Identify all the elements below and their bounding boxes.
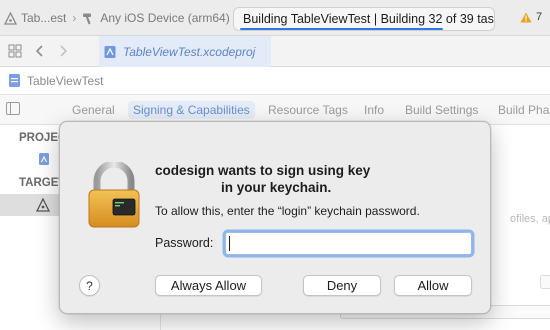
- tab-general[interactable]: General: [72, 103, 115, 117]
- help-button[interactable]: ?: [79, 275, 100, 296]
- password-label: Password:: [155, 236, 214, 250]
- tab-signing-capabilities[interactable]: Signing & Capabilities: [128, 101, 255, 119]
- scheme-selector[interactable]: Tab...est › Any iOS Device (arm64): [4, 9, 230, 27]
- app-target-icon: [35, 197, 51, 215]
- warning-icon: [520, 12, 532, 23]
- status-text: Building TableViewTest | Building 32 of …: [243, 12, 495, 26]
- dialog-title: codesign wants to sign using key in your…: [155, 162, 475, 196]
- project-file-icon: [8, 73, 21, 88]
- text-caret: [229, 236, 230, 251]
- grid-icon[interactable]: [8, 44, 22, 61]
- chevron-right-icon: ›: [72, 11, 77, 25]
- activity-status: Building TableViewTest | Building 32 of …: [233, 7, 495, 31]
- jump-bar: TableViewTest: [0, 67, 550, 95]
- tab-project-file[interactable]: TableViewTest.xcodeproj: [99, 36, 271, 67]
- project-sidebar: PROJEC TARGET: [0, 125, 66, 330]
- dialog-message: To allow this, enter the “login” keychai…: [155, 204, 420, 218]
- target-row-selected[interactable]: [0, 194, 60, 216]
- dialog-title-line2: in your keychain.: [221, 180, 332, 195]
- warnings-indicator[interactable]: 7: [520, 11, 542, 23]
- deny-button[interactable]: Deny: [303, 275, 381, 296]
- always-allow-button[interactable]: Always Allow: [155, 275, 262, 296]
- keychain-lock-icon: [87, 160, 141, 231]
- tab-build-settings[interactable]: Build Settings: [405, 103, 478, 117]
- allow-button[interactable]: Allow: [394, 275, 472, 296]
- sidebar-toggle-icon[interactable]: [6, 102, 20, 118]
- run-destination: Any iOS Device (arm64): [100, 11, 230, 25]
- toolbar: Tab...est › Any iOS Device (arm64) Build…: [0, 0, 550, 36]
- tab-resource-tags[interactable]: Resource Tags: [268, 103, 348, 117]
- tab-info[interactable]: Info: [364, 103, 384, 117]
- dialog-title-line1: codesign wants to sign using key: [155, 163, 371, 178]
- password-input[interactable]: [225, 232, 472, 255]
- xcode-project-icon: [103, 45, 117, 59]
- forward-arrow-icon[interactable]: [58, 44, 68, 61]
- tab-bar: TableViewTest.xcodeproj: [0, 36, 550, 67]
- scheme-name: Tab...est: [21, 11, 67, 25]
- keychain-access-dialog: codesign wants to sign using key in your…: [59, 121, 491, 314]
- hammer-icon: [82, 12, 96, 25]
- background-field: [540, 275, 550, 289]
- project-icon[interactable]: [38, 152, 50, 169]
- back-arrow-icon[interactable]: [35, 44, 45, 61]
- build-progress-bar: [240, 28, 444, 30]
- warning-count: 7: [536, 11, 543, 23]
- breadcrumb-project[interactable]: TableViewTest: [27, 74, 104, 88]
- app-target-icon: [4, 11, 17, 25]
- tab-build-phases[interactable]: Build Phas: [498, 103, 550, 117]
- file-tab-label: TableViewTest.xcodeproj: [123, 44, 256, 59]
- background-partial-text: ofiles, app ID: [510, 213, 550, 225]
